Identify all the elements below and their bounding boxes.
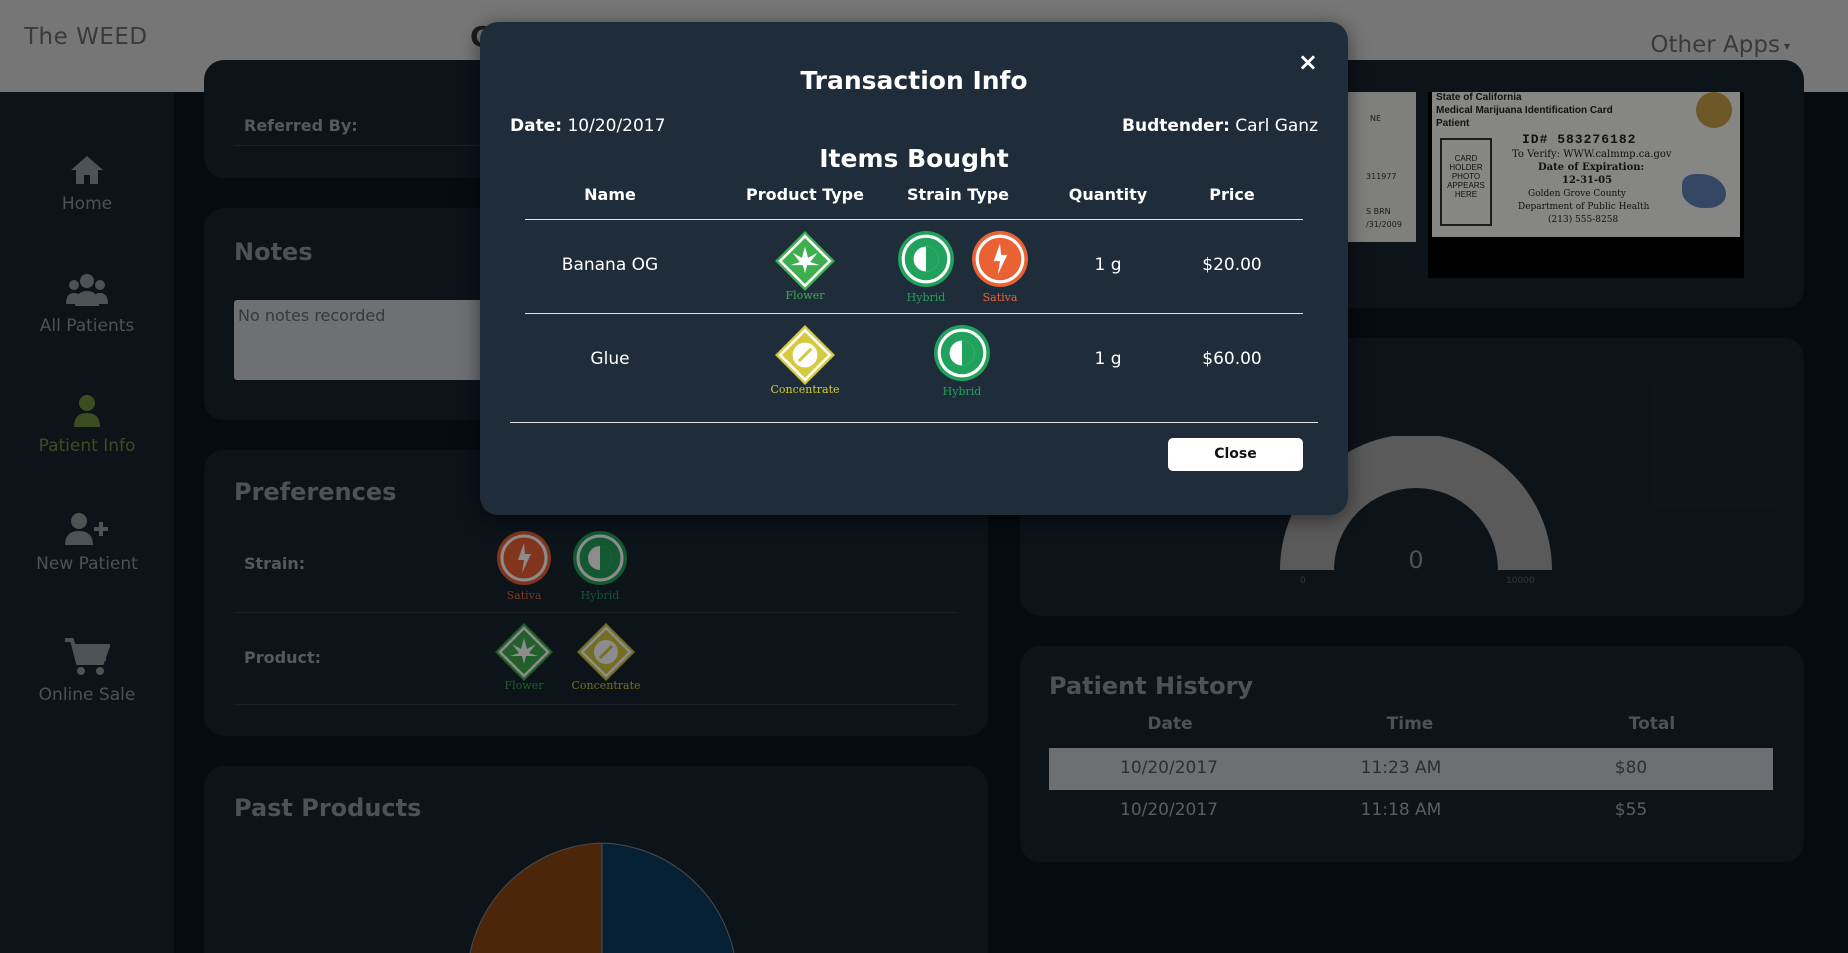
items-bought-title: Items Bought — [819, 144, 1009, 173]
date-label: Date: — [510, 116, 563, 136]
table-divider — [525, 313, 1303, 314]
hybrid-icon — [934, 325, 990, 381]
close-icon[interactable]: × — [1298, 48, 1318, 76]
badge-label: Sativa — [982, 291, 1018, 304]
sativa-icon — [972, 231, 1028, 287]
flower-icon — [775, 231, 835, 291]
modal-footer-divider — [510, 422, 1318, 423]
col-product-type: Product Type — [746, 185, 864, 204]
flower-badge: Flower — [773, 230, 837, 302]
item-name: Glue — [590, 349, 630, 369]
badge-label: Hybrid — [906, 291, 946, 304]
col-strain-type: Strain Type — [906, 185, 1010, 204]
item-name: Banana OG — [561, 255, 659, 275]
concentrate-badge: Concentrate — [763, 324, 847, 396]
badge-label: Concentrate — [770, 383, 840, 396]
hybrid-icon — [898, 231, 954, 287]
budtender-value: Carl Ganz — [1235, 116, 1318, 136]
item-quantity: 1 g — [1094, 255, 1122, 275]
item-price: $60.00 — [1202, 349, 1262, 369]
hybrid-badge: Hybrid — [896, 230, 956, 304]
badge-label: Hybrid — [942, 385, 982, 398]
date-value: 10/20/2017 — [567, 116, 666, 136]
modal-title: Transaction Info — [800, 66, 1028, 95]
concentrate-icon — [775, 325, 835, 385]
transaction-info-modal: Transaction Info × Date: 10/20/2017 Budt… — [480, 22, 1348, 515]
item-quantity: 1 g — [1094, 349, 1122, 369]
hybrid-badge: Hybrid — [932, 324, 992, 398]
col-price: Price — [1209, 185, 1255, 204]
budtender-label: Budtender: — [1122, 116, 1230, 136]
close-button[interactable]: Close — [1168, 438, 1303, 471]
item-price: $20.00 — [1202, 255, 1262, 275]
transaction-budtender: Budtender: Carl Ganz — [1122, 116, 1318, 136]
col-quantity: Quantity — [1068, 185, 1148, 204]
col-name: Name — [584, 185, 636, 204]
transaction-date: Date: 10/20/2017 — [510, 116, 665, 136]
table-divider — [525, 219, 1303, 220]
sativa-badge: Sativa — [970, 230, 1030, 304]
